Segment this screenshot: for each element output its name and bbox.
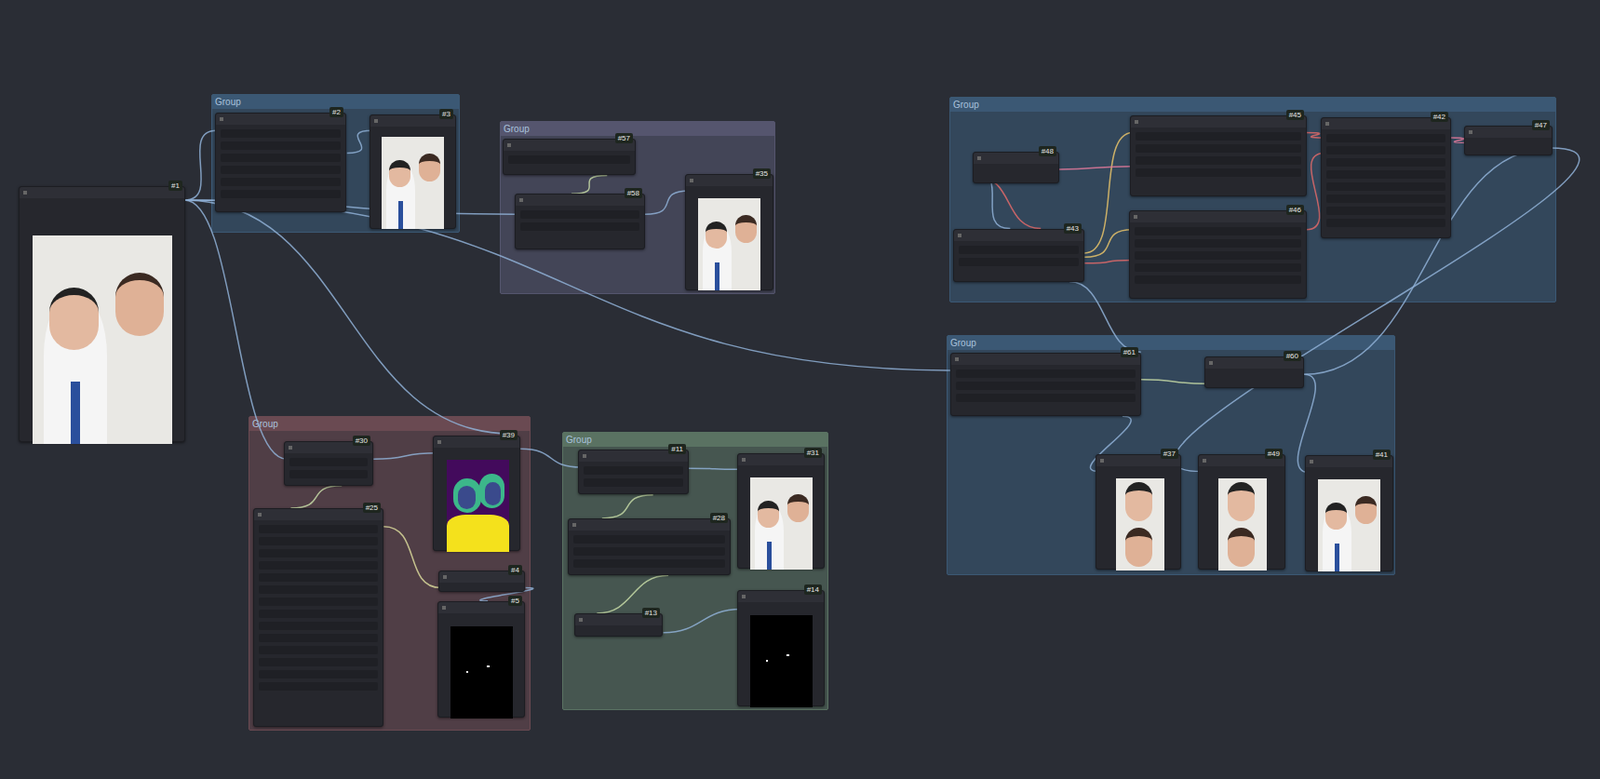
node-id-badge: #47 bbox=[1532, 120, 1550, 131]
node-id-badge: #43 bbox=[1063, 223, 1082, 234]
graph-node[interactable]: #42 bbox=[1320, 117, 1452, 239]
preview-image bbox=[698, 198, 761, 291]
node-id-badge: #11 bbox=[668, 443, 686, 455]
node-id-badge: #25 bbox=[363, 502, 381, 513]
node-id-badge: #61 bbox=[1120, 347, 1139, 358]
graph-node[interactable]: #48 bbox=[972, 151, 1060, 184]
node-id-badge: #30 bbox=[352, 435, 371, 446]
group-title: Group bbox=[503, 123, 530, 135]
graph-node[interactable]: #58 bbox=[514, 193, 646, 250]
graph-node[interactable]: #39 bbox=[432, 435, 521, 552]
graph-node[interactable]: #28 bbox=[567, 518, 731, 576]
node-id-badge: #5 bbox=[508, 595, 523, 606]
node-id-badge: #49 bbox=[1264, 448, 1283, 459]
graph-node[interactable]: #37 bbox=[1095, 454, 1182, 570]
node-id-badge: #48 bbox=[1038, 146, 1057, 157]
graph-node[interactable]: #5 bbox=[437, 601, 525, 718]
node-id-badge: #57 bbox=[615, 133, 633, 144]
graph-node[interactable]: #30 bbox=[283, 441, 374, 486]
group-title: Group bbox=[953, 99, 980, 110]
graph-node[interactable]: #43 bbox=[953, 228, 1085, 283]
preview-image bbox=[750, 615, 813, 708]
graph-node[interactable]: #2 bbox=[215, 112, 347, 213]
node-id-badge: #3 bbox=[439, 108, 454, 120]
graph-node[interactable]: #41 bbox=[1304, 455, 1394, 572]
preview-image bbox=[1317, 479, 1381, 572]
graph-node[interactable]: #45 bbox=[1129, 115, 1307, 197]
node-id-badge: #14 bbox=[804, 584, 822, 595]
group-title: Group bbox=[565, 434, 592, 445]
node-id-badge: #45 bbox=[1286, 109, 1305, 121]
graph-node[interactable]: #47 bbox=[1464, 125, 1553, 156]
node-id-badge: #37 bbox=[1160, 448, 1179, 459]
graph-node[interactable]: #57 bbox=[502, 138, 636, 175]
graph-node[interactable]: #11 bbox=[578, 449, 689, 495]
graph-node[interactable]: #60 bbox=[1204, 356, 1305, 389]
node-id-badge: #42 bbox=[1430, 111, 1449, 122]
graph-node[interactable]: #46 bbox=[1129, 210, 1307, 299]
group-title: Group bbox=[950, 337, 977, 349]
node-id-badge: #28 bbox=[710, 512, 728, 524]
graph-node[interactable]: #49 bbox=[1197, 454, 1286, 570]
group-title: Group bbox=[252, 418, 279, 430]
preview-image bbox=[446, 459, 510, 552]
graph-node[interactable]: #14 bbox=[737, 590, 825, 707]
graph-node[interactable]: #25 bbox=[253, 508, 384, 727]
node-id-badge: #31 bbox=[804, 447, 822, 458]
node-id-badge: #39 bbox=[499, 430, 518, 441]
node-id-badge: #46 bbox=[1286, 204, 1305, 216]
node-id-badge: #41 bbox=[1372, 449, 1391, 460]
preview-image bbox=[32, 235, 173, 444]
graph-node[interactable]: #4 bbox=[438, 570, 525, 592]
graph-canvas[interactable]: GroupGroupGroupGroupGroupGroup#1#2#3#57#… bbox=[0, 0, 1600, 779]
preview-image bbox=[1115, 478, 1165, 571]
graph-node[interactable]: #61 bbox=[950, 352, 1142, 417]
preview-image bbox=[381, 136, 444, 229]
graph-node[interactable]: #3 bbox=[369, 114, 457, 229]
node-id-badge: #35 bbox=[752, 168, 771, 179]
graph-node[interactable]: #1 bbox=[18, 186, 186, 443]
preview-image bbox=[750, 477, 813, 570]
preview-image bbox=[450, 626, 513, 719]
node-id-badge: #13 bbox=[642, 607, 660, 619]
node-id-badge: #2 bbox=[329, 107, 344, 118]
group-title: Group bbox=[215, 96, 242, 108]
graph-node[interactable]: #13 bbox=[574, 613, 663, 637]
node-id-badge: #60 bbox=[1283, 350, 1302, 362]
node-id-badge: #4 bbox=[508, 564, 523, 576]
node-id-badge: #1 bbox=[168, 180, 183, 191]
preview-image bbox=[1218, 478, 1267, 571]
node-id-badge: #58 bbox=[624, 188, 643, 199]
graph-node[interactable]: #31 bbox=[737, 453, 825, 569]
graph-node[interactable]: #35 bbox=[685, 174, 774, 291]
